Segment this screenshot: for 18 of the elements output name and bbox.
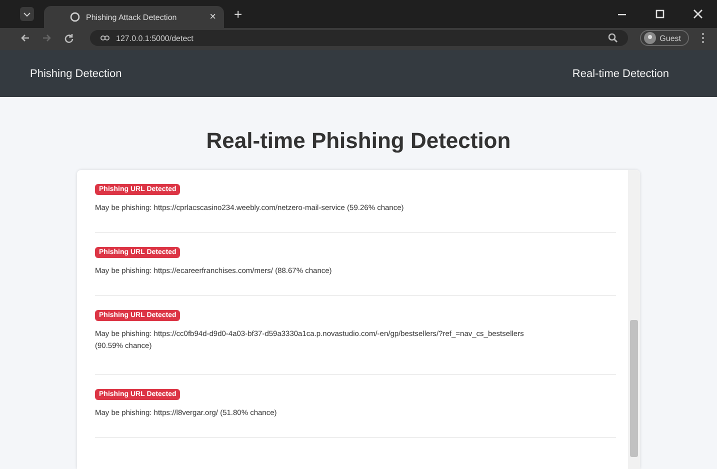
brand-link[interactable]: Phishing Detection (30, 68, 122, 80)
page-heading: Real-time Phishing Detection (206, 128, 511, 154)
reload-icon[interactable] (64, 33, 74, 43)
nav-link[interactable]: Real-time Detection (572, 68, 669, 80)
tab-close-button[interactable]: × (210, 11, 216, 23)
profile-button[interactable]: Guest (640, 30, 689, 46)
avatar-icon (644, 32, 656, 44)
close-icon[interactable] (693, 9, 703, 19)
address-bar[interactable]: 127.0.0.1:5000/detect (90, 30, 628, 46)
back-icon[interactable] (20, 33, 30, 43)
browser-tab[interactable]: Phishing Attack Detection × (44, 6, 224, 28)
new-tab-button[interactable]: + (234, 6, 242, 22)
search-icon[interactable] (608, 33, 618, 43)
scrollbar[interactable] (628, 170, 640, 469)
globe-icon (70, 12, 80, 22)
tab-list-icon[interactable] (20, 7, 34, 21)
maximize-icon[interactable] (655, 9, 665, 19)
menu-icon[interactable] (701, 32, 705, 44)
